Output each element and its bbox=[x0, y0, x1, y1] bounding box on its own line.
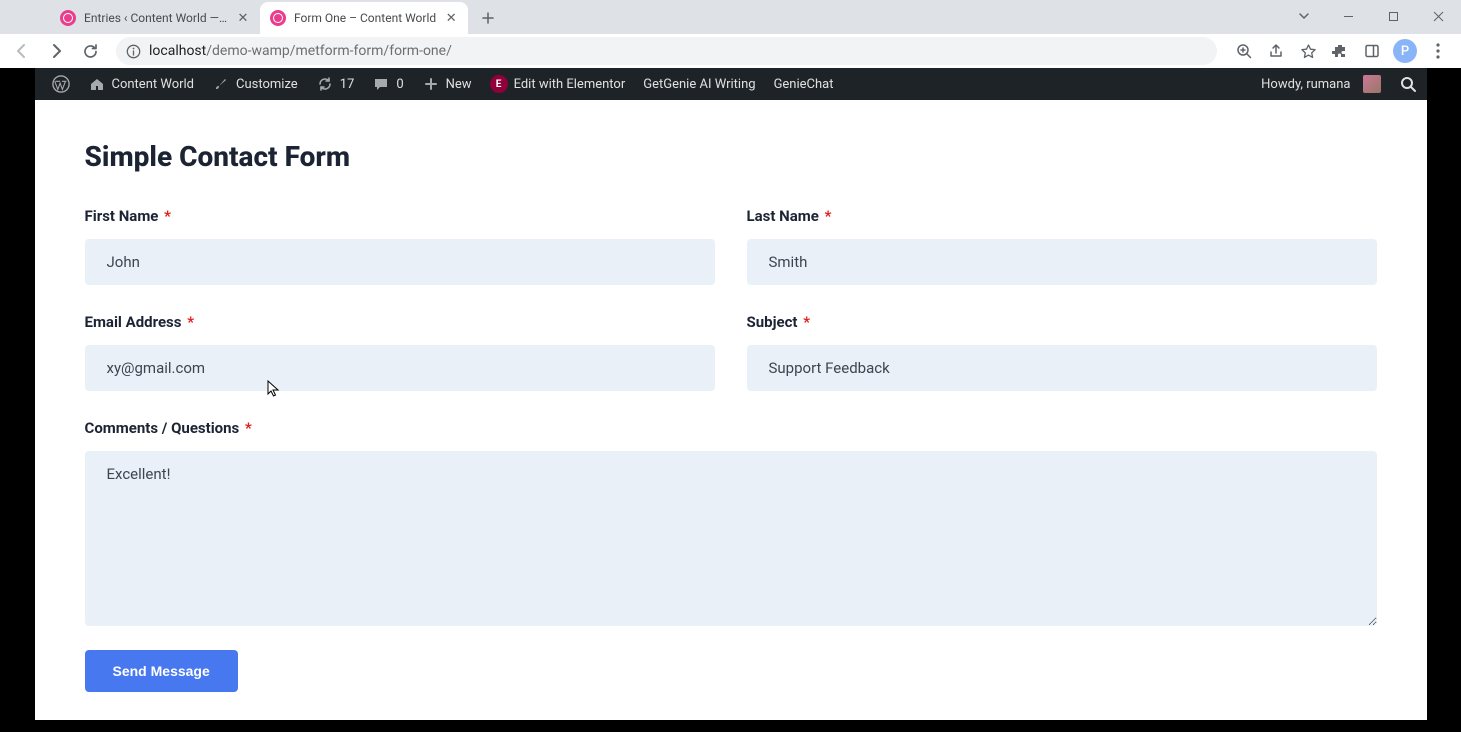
wordpress-favicon bbox=[60, 10, 76, 26]
email-label: Email Address * bbox=[85, 313, 715, 331]
new-content-link[interactable]: New bbox=[413, 68, 481, 100]
subject-input[interactable] bbox=[747, 345, 1377, 391]
new-label: New bbox=[446, 77, 472, 92]
getgenie-writing-link[interactable]: GetGenie AI Writing bbox=[634, 68, 764, 100]
tab-title: Entries ‹ Content World — WordPress bbox=[84, 11, 228, 25]
sidepanel-icon[interactable] bbox=[1357, 37, 1387, 65]
comments-link[interactable]: 0 bbox=[363, 68, 412, 100]
comments-field: Comments / Questions * bbox=[85, 419, 1377, 630]
required-mark: * bbox=[164, 207, 171, 225]
customize-label: Customize bbox=[236, 77, 298, 92]
updates-count: 17 bbox=[340, 77, 355, 92]
site-name-label: Content World bbox=[112, 77, 195, 92]
info-icon bbox=[126, 44, 141, 59]
wordpress-favicon bbox=[270, 10, 286, 26]
comments-textarea[interactable] bbox=[85, 451, 1377, 626]
tab-form-one[interactable]: Form One – Content World ✕ bbox=[260, 2, 468, 34]
email-input[interactable] bbox=[85, 345, 715, 391]
kebab-menu-icon[interactable] bbox=[1423, 37, 1453, 65]
subject-label: Subject * bbox=[747, 313, 1377, 331]
page-title: Simple Contact Form bbox=[85, 140, 1377, 173]
required-mark: * bbox=[825, 207, 832, 225]
zoom-icon[interactable] bbox=[1229, 37, 1259, 65]
chevrons-down-icon[interactable] bbox=[1281, 0, 1326, 32]
geniechat-label: GenieChat bbox=[774, 77, 834, 92]
first-name-label: First Name * bbox=[85, 207, 715, 225]
comments-label: Comments / Questions * bbox=[85, 419, 1377, 437]
wp-logo[interactable] bbox=[43, 68, 79, 100]
send-message-button[interactable]: Send Message bbox=[85, 650, 238, 692]
contact-form: First Name * Last Name * Email Address *… bbox=[85, 207, 1377, 630]
close-window-button[interactable] bbox=[1416, 0, 1461, 32]
howdy-label: Howdy, rumana bbox=[1261, 77, 1350, 92]
comments-count: 0 bbox=[396, 77, 403, 92]
customize-link[interactable]: Customize bbox=[203, 68, 307, 100]
subject-field: Subject * bbox=[747, 313, 1377, 391]
maximize-button[interactable] bbox=[1371, 0, 1416, 32]
wp-admin-bar: Content World Customize 17 0 bbox=[35, 68, 1427, 100]
last-name-input[interactable] bbox=[747, 239, 1377, 285]
getgenie-writing-label: GetGenie AI Writing bbox=[643, 77, 755, 92]
comment-icon bbox=[372, 75, 390, 93]
back-button[interactable] bbox=[8, 37, 36, 65]
viewport: Content World Customize 17 0 bbox=[0, 68, 1461, 720]
toolbar-right: P bbox=[1229, 37, 1453, 65]
extensions-icon[interactable] bbox=[1325, 37, 1355, 65]
close-icon[interactable]: ✕ bbox=[236, 11, 250, 25]
last-name-label: Last Name * bbox=[747, 207, 1377, 225]
new-tab-button[interactable] bbox=[474, 4, 502, 32]
brush-icon bbox=[212, 75, 230, 93]
profile-avatar[interactable]: P bbox=[1393, 39, 1417, 63]
first-name-input[interactable] bbox=[85, 239, 715, 285]
bookmark-icon[interactable] bbox=[1293, 37, 1323, 65]
edit-elementor-link[interactable]: E Edit with Elementor bbox=[481, 68, 635, 100]
window-controls bbox=[1281, 0, 1461, 32]
share-icon[interactable] bbox=[1261, 37, 1291, 65]
first-name-field: First Name * bbox=[85, 207, 715, 285]
url-text: localhost/demo-wamp/metform-form/form-on… bbox=[149, 43, 452, 59]
browser-chrome: Entries ‹ Content World — WordPress ✕ Fo… bbox=[0, 0, 1461, 68]
required-mark: * bbox=[187, 313, 194, 331]
reload-button[interactable] bbox=[76, 37, 104, 65]
adminbar-search-button[interactable] bbox=[1390, 76, 1427, 93]
tab-strip: Entries ‹ Content World — WordPress ✕ Fo… bbox=[0, 0, 1461, 34]
site-name-link[interactable]: Content World bbox=[79, 68, 204, 100]
update-icon bbox=[316, 75, 334, 93]
tab-title: Form One – Content World bbox=[294, 11, 436, 25]
page-content: Simple Contact Form First Name * Last Na… bbox=[35, 100, 1427, 732]
home-icon bbox=[88, 75, 106, 93]
elementor-label: Edit with Elementor bbox=[514, 77, 626, 92]
address-bar[interactable]: localhost/demo-wamp/metform-form/form-on… bbox=[116, 37, 1217, 65]
last-name-field: Last Name * bbox=[747, 207, 1377, 285]
wordpress-icon bbox=[52, 75, 70, 93]
updates-link[interactable]: 17 bbox=[307, 68, 364, 100]
required-mark: * bbox=[803, 313, 810, 331]
tab-entries[interactable]: Entries ‹ Content World — WordPress ✕ bbox=[50, 2, 260, 34]
email-field: Email Address * bbox=[85, 313, 715, 391]
plus-icon bbox=[422, 75, 440, 93]
geniechat-link[interactable]: GenieChat bbox=[765, 68, 843, 100]
close-icon[interactable]: ✕ bbox=[444, 11, 458, 25]
browser-toolbar: localhost/demo-wamp/metform-form/form-on… bbox=[0, 34, 1461, 68]
howdy-account-link[interactable]: Howdy, rumana bbox=[1252, 68, 1389, 100]
required-mark: * bbox=[245, 419, 252, 437]
user-avatar bbox=[1363, 75, 1381, 93]
forward-button[interactable] bbox=[42, 37, 70, 65]
page: Content World Customize 17 0 bbox=[35, 68, 1427, 720]
minimize-button[interactable] bbox=[1326, 0, 1371, 32]
elementor-icon: E bbox=[490, 75, 508, 93]
